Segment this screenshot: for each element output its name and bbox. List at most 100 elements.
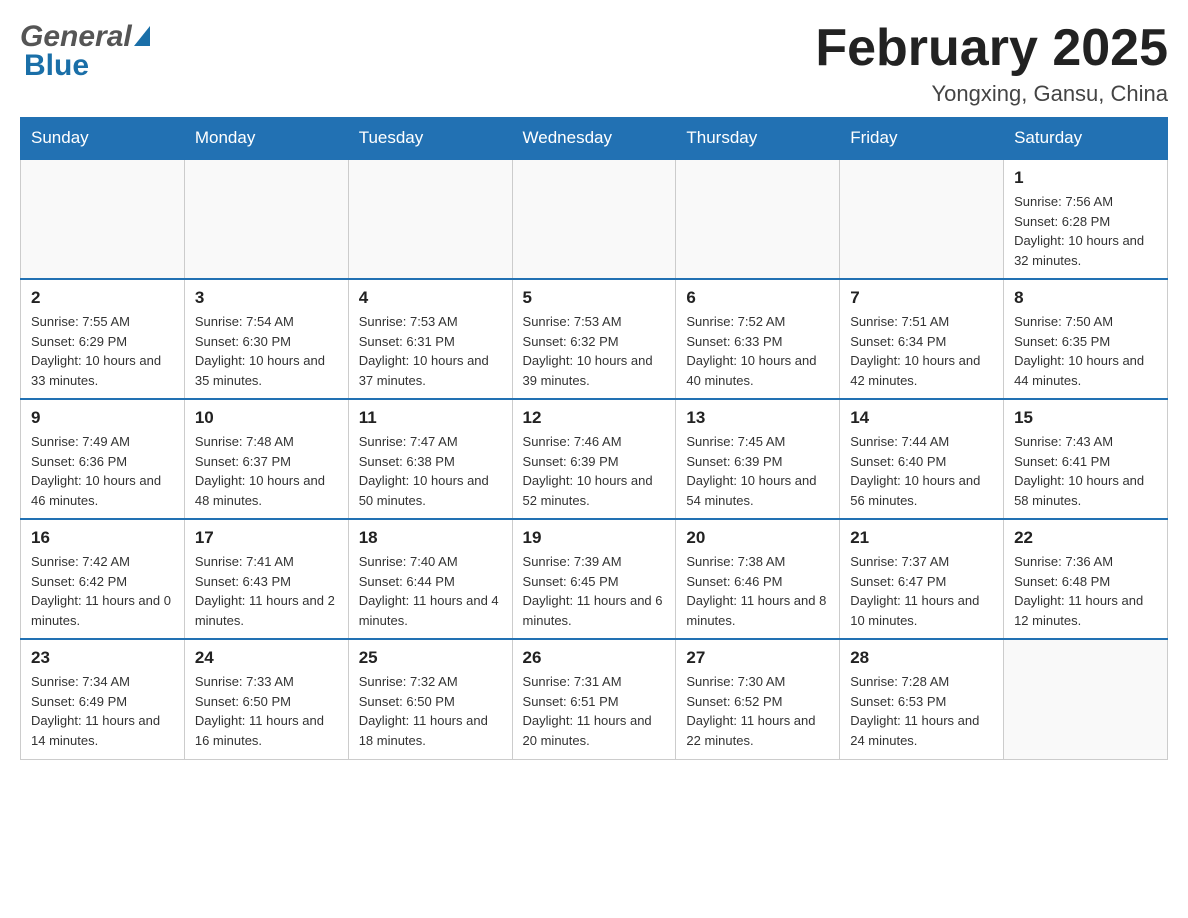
day-number: 28	[850, 648, 993, 668]
day-of-week-header: Friday	[840, 118, 1004, 160]
day-number: 27	[686, 648, 829, 668]
day-info: Sunrise: 7:31 AM Sunset: 6:51 PM Dayligh…	[523, 672, 666, 750]
calendar-cell: 28 Sunrise: 7:28 AM Sunset: 6:53 PM Dayli…	[840, 639, 1004, 759]
day-info: Sunrise: 7:40 AM Sunset: 6:44 PM Dayligh…	[359, 552, 502, 630]
day-info: Sunrise: 7:52 AM Sunset: 6:33 PM Dayligh…	[686, 312, 829, 390]
day-number: 13	[686, 408, 829, 428]
calendar-cell: 14 Sunrise: 7:44 AM Sunset: 6:40 PM Dayli…	[840, 399, 1004, 519]
day-number: 15	[1014, 408, 1157, 428]
calendar-cell: 13 Sunrise: 7:45 AM Sunset: 6:39 PM Dayli…	[676, 399, 840, 519]
day-info: Sunrise: 7:46 AM Sunset: 6:39 PM Dayligh…	[523, 432, 666, 510]
calendar-cell: 7 Sunrise: 7:51 AM Sunset: 6:34 PM Daylig…	[840, 279, 1004, 399]
calendar-week-row: 2 Sunrise: 7:55 AM Sunset: 6:29 PM Daylig…	[21, 279, 1168, 399]
day-info: Sunrise: 7:51 AM Sunset: 6:34 PM Dayligh…	[850, 312, 993, 390]
calendar-cell: 21Sunrise: 7:37 AM Sunset: 6:47 PM Dayli…	[840, 519, 1004, 639]
calendar-cell: 3 Sunrise: 7:54 AM Sunset: 6:30 PM Daylig…	[184, 279, 348, 399]
day-info: Sunrise: 7:43 AM Sunset: 6:41 PM Dayligh…	[1014, 432, 1157, 510]
day-info: Sunrise: 7:48 AM Sunset: 6:37 PM Dayligh…	[195, 432, 338, 510]
day-info: Sunrise: 7:39 AM Sunset: 6:45 PM Dayligh…	[523, 552, 666, 630]
day-number: 26	[523, 648, 666, 668]
calendar-cell: 6 Sunrise: 7:52 AM Sunset: 6:33 PM Daylig…	[676, 279, 840, 399]
calendar-cell: 10 Sunrise: 7:48 AM Sunset: 6:37 PM Dayli…	[184, 399, 348, 519]
calendar-cell: 27Sunrise: 7:30 AM Sunset: 6:52 PM Dayli…	[676, 639, 840, 759]
calendar-week-row: 9 Sunrise: 7:49 AM Sunset: 6:36 PM Daylig…	[21, 399, 1168, 519]
day-info: Sunrise: 7:49 AM Sunset: 6:36 PM Dayligh…	[31, 432, 174, 510]
day-number: 1	[1014, 168, 1157, 188]
page-header: General Blue February 2025 Yongxing, Gan…	[20, 20, 1168, 107]
calendar-cell: 25 Sunrise: 7:32 AM Sunset: 6:50 PM Dayli…	[348, 639, 512, 759]
day-number: 10	[195, 408, 338, 428]
calendar-cell	[676, 159, 840, 279]
calendar-cell: 20Sunrise: 7:38 AM Sunset: 6:46 PM Dayli…	[676, 519, 840, 639]
day-number: 5	[523, 288, 666, 308]
calendar-cell	[21, 159, 185, 279]
calendar-cell: 24Sunrise: 7:33 AM Sunset: 6:50 PM Dayli…	[184, 639, 348, 759]
day-number: 3	[195, 288, 338, 308]
calendar-cell: 2 Sunrise: 7:55 AM Sunset: 6:29 PM Daylig…	[21, 279, 185, 399]
calendar-cell	[840, 159, 1004, 279]
day-number: 17	[195, 528, 338, 548]
day-number: 14	[850, 408, 993, 428]
calendar-cell: 4Sunrise: 7:53 AM Sunset: 6:31 PM Daylig…	[348, 279, 512, 399]
day-of-week-header: Monday	[184, 118, 348, 160]
day-number: 16	[31, 528, 174, 548]
day-info: Sunrise: 7:34 AM Sunset: 6:49 PM Dayligh…	[31, 672, 174, 750]
day-info: Sunrise: 7:33 AM Sunset: 6:50 PM Dayligh…	[195, 672, 338, 750]
day-number: 2	[31, 288, 174, 308]
day-info: Sunrise: 7:47 AM Sunset: 6:38 PM Dayligh…	[359, 432, 502, 510]
calendar-cell: 5 Sunrise: 7:53 AM Sunset: 6:32 PM Daylig…	[512, 279, 676, 399]
day-number: 18	[359, 528, 502, 548]
calendar-week-row: 23 Sunrise: 7:34 AM Sunset: 6:49 PM Dayli…	[21, 639, 1168, 759]
day-info: Sunrise: 7:56 AM Sunset: 6:28 PM Dayligh…	[1014, 192, 1157, 270]
calendar-cell: 12Sunrise: 7:46 AM Sunset: 6:39 PM Dayli…	[512, 399, 676, 519]
day-info: Sunrise: 7:32 AM Sunset: 6:50 PM Dayligh…	[359, 672, 502, 750]
day-number: 20	[686, 528, 829, 548]
calendar-cell: 23 Sunrise: 7:34 AM Sunset: 6:49 PM Dayli…	[21, 639, 185, 759]
calendar-cell: 16 Sunrise: 7:42 AM Sunset: 6:42 PM Dayli…	[21, 519, 185, 639]
day-number: 6	[686, 288, 829, 308]
main-title: February 2025	[815, 20, 1168, 77]
calendar-cell: 8 Sunrise: 7:50 AM Sunset: 6:35 PM Daylig…	[1004, 279, 1168, 399]
day-info: Sunrise: 7:44 AM Sunset: 6:40 PM Dayligh…	[850, 432, 993, 510]
day-number: 11	[359, 408, 502, 428]
day-number: 8	[1014, 288, 1157, 308]
day-number: 21	[850, 528, 993, 548]
calendar-header-row: SundayMondayTuesdayWednesdayThursdayFrid…	[21, 118, 1168, 160]
day-number: 7	[850, 288, 993, 308]
day-of-week-header: Tuesday	[348, 118, 512, 160]
day-info: Sunrise: 7:28 AM Sunset: 6:53 PM Dayligh…	[850, 672, 993, 750]
calendar-cell: 19 Sunrise: 7:39 AM Sunset: 6:45 PM Dayli…	[512, 519, 676, 639]
calendar-cell: 1 Sunrise: 7:56 AM Sunset: 6:28 PM Daylig…	[1004, 159, 1168, 279]
calendar-cell	[184, 159, 348, 279]
day-info: Sunrise: 7:55 AM Sunset: 6:29 PM Dayligh…	[31, 312, 174, 390]
day-of-week-header: Saturday	[1004, 118, 1168, 160]
calendar-week-row: 16 Sunrise: 7:42 AM Sunset: 6:42 PM Dayli…	[21, 519, 1168, 639]
logo-blue-text: Blue	[20, 49, 150, 83]
day-number: 9	[31, 408, 174, 428]
day-info: Sunrise: 7:54 AM Sunset: 6:30 PM Dayligh…	[195, 312, 338, 390]
calendar-cell: 15 Sunrise: 7:43 AM Sunset: 6:41 PM Dayli…	[1004, 399, 1168, 519]
day-number: 23	[31, 648, 174, 668]
calendar-cell	[512, 159, 676, 279]
logo: General Blue	[20, 20, 150, 83]
day-number: 4	[359, 288, 502, 308]
day-info: Sunrise: 7:45 AM Sunset: 6:39 PM Dayligh…	[686, 432, 829, 510]
calendar-cell: 26 Sunrise: 7:31 AM Sunset: 6:51 PM Dayli…	[512, 639, 676, 759]
day-of-week-header: Wednesday	[512, 118, 676, 160]
day-info: Sunrise: 7:41 AM Sunset: 6:43 PM Dayligh…	[195, 552, 338, 630]
subtitle: Yongxing, Gansu, China	[815, 81, 1168, 107]
day-info: Sunrise: 7:53 AM Sunset: 6:32 PM Dayligh…	[523, 312, 666, 390]
day-of-week-header: Sunday	[21, 118, 185, 160]
day-info: Sunrise: 7:50 AM Sunset: 6:35 PM Dayligh…	[1014, 312, 1157, 390]
calendar-cell: 9 Sunrise: 7:49 AM Sunset: 6:36 PM Daylig…	[21, 399, 185, 519]
day-number: 25	[359, 648, 502, 668]
day-number: 22	[1014, 528, 1157, 548]
day-of-week-header: Thursday	[676, 118, 840, 160]
day-number: 19	[523, 528, 666, 548]
calendar-cell: 17 Sunrise: 7:41 AM Sunset: 6:43 PM Dayli…	[184, 519, 348, 639]
day-info: Sunrise: 7:42 AM Sunset: 6:42 PM Dayligh…	[31, 552, 174, 630]
logo-triangle-icon	[134, 26, 150, 46]
calendar-cell	[1004, 639, 1168, 759]
calendar-table: SundayMondayTuesdayWednesdayThursdayFrid…	[20, 117, 1168, 760]
calendar-week-row: 1 Sunrise: 7:56 AM Sunset: 6:28 PM Daylig…	[21, 159, 1168, 279]
